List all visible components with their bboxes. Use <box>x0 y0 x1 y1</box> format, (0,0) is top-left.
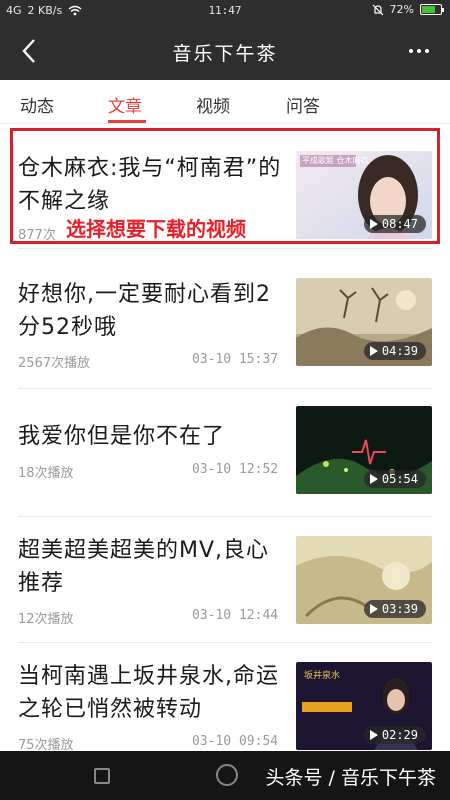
more-button[interactable] <box>402 36 436 66</box>
tab-bar: 动态 文章 视频 问答 <box>0 80 450 124</box>
article-title[interactable]: 超美超美超美的MV,良心推荐 <box>18 534 288 600</box>
tab-qa[interactable]: 问答 <box>286 92 320 117</box>
duration-badge: 04:39 <box>363 342 426 360</box>
publish-date: 03-10 12:52 <box>192 462 279 477</box>
play-count: 18次播放 <box>18 466 74 481</box>
watermark: 头条号 / 音乐下午茶 <box>265 767 436 789</box>
battery-fill <box>422 6 435 13</box>
title-bar: 音乐下午茶 <box>0 22 450 80</box>
more-dot <box>417 49 421 53</box>
more-dot <box>425 49 429 53</box>
article-title[interactable]: 我爱你但是你不在了 <box>18 420 288 453</box>
tab-dynamics[interactable]: 动态 <box>20 92 54 117</box>
divider <box>18 248 432 249</box>
play-count: 12次播放 <box>18 612 74 627</box>
duration-badge: 03:39 <box>363 600 426 618</box>
article-title[interactable]: 好想你,一定要耐心看到2分52秒哦 <box>18 278 288 344</box>
active-tab-indicator <box>108 120 146 123</box>
top-bar: 4G 2 KB/s 11:47 72% 音乐下午茶 <box>0 0 450 80</box>
duration-badge: 02:29 <box>363 726 426 744</box>
more-dot <box>409 49 413 53</box>
duration: 02:29 <box>381 728 418 742</box>
system-nav-bar: 头条号 / 音乐下午茶 <box>0 751 450 800</box>
tab-videos[interactable]: 视频 <box>196 92 230 117</box>
list-item[interactable]: 好想你,一定要耐心看到2分52秒哦 2567次播放 03-10 15:37 04… <box>0 250 450 388</box>
duration: 05:54 <box>381 472 418 486</box>
divider <box>18 642 432 643</box>
publish-date: 03-10 09:54 <box>192 734 279 749</box>
play-icon <box>369 604 378 614</box>
tab-articles[interactable]: 文章 <box>108 92 142 117</box>
recents-button[interactable] <box>94 768 110 784</box>
divider <box>18 388 432 389</box>
video-thumbnail[interactable]: 03:39 <box>296 536 432 624</box>
video-thumbnail[interactable]: 坂井泉水 02:29 <box>296 662 432 750</box>
duration-badge: 05:54 <box>363 470 426 488</box>
publish-date: 03-10 15:37 <box>192 352 279 367</box>
play-count: 2567次播放 <box>18 356 91 371</box>
duration: 04:39 <box>381 344 418 358</box>
status-bar: 4G 2 KB/s 11:47 72% <box>0 0 450 22</box>
publish-date: 03-10 12:44 <box>192 608 279 623</box>
battery-icon <box>420 4 444 15</box>
home-button[interactable] <box>216 764 238 786</box>
mute-icon <box>372 4 383 15</box>
play-icon <box>369 346 378 356</box>
video-thumbnail[interactable]: 04:39 <box>296 278 432 366</box>
list-item[interactable]: 超美超美超美的MV,良心推荐 12次播放 03-10 12:44 03:39 <box>0 518 450 642</box>
play-icon <box>369 730 378 740</box>
article-title[interactable]: 当柯南遇上坂井泉水,命运之轮已悄然被转动 <box>18 660 288 726</box>
hint-overlay: 选择想要下载的视频 <box>66 217 246 241</box>
duration: 03:39 <box>381 602 418 616</box>
list-item[interactable]: 我爱你但是你不在了 18次播放 03-10 12:52 05:54 <box>0 390 450 516</box>
video-thumbnail[interactable]: 05:54 <box>296 406 432 494</box>
thumb-caption: 坂井泉水 <box>304 671 341 681</box>
battery-percent: 72% <box>389 3 414 16</box>
divider <box>18 516 432 517</box>
page-title: 音乐下午茶 <box>172 43 278 65</box>
play-icon <box>369 474 378 484</box>
list-item[interactable]: 当柯南遇上坂井泉水,命运之轮已悄然被转动 75次播放 03-10 09:54 坂… <box>0 644 450 754</box>
